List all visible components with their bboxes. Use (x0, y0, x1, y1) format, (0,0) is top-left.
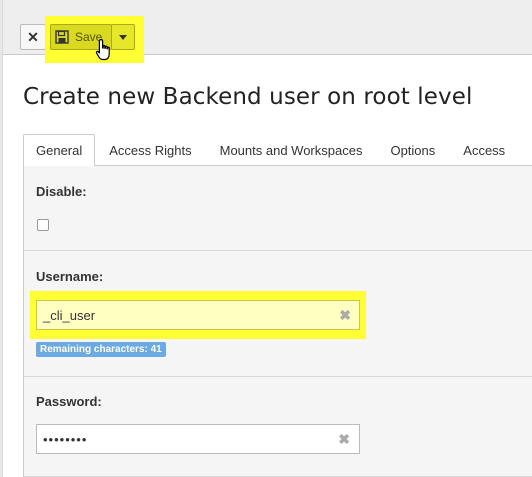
tab-access[interactable]: Access (449, 134, 519, 166)
username-label: Username: (36, 269, 104, 284)
tab-label: General (36, 143, 83, 158)
tab-label: Access Rights (109, 142, 192, 158)
password-label: Password: (36, 394, 102, 409)
tab-panel-general: Disable: Username: _cli_user ✖ Remaining… (23, 166, 532, 477)
hand-pointer-cursor-icon (95, 38, 110, 61)
tab-bar: General Access Rights Mounts and Workspa… (23, 134, 532, 167)
disable-checkbox[interactable] (37, 219, 49, 231)
password-field-section: Password: •••••••• ✖ (24, 377, 532, 477)
caret-down-icon (119, 34, 127, 40)
tab-label: Mounts and Workspaces (219, 142, 363, 158)
tab-label: Access (463, 142, 506, 158)
password-input[interactable]: •••••••• ✖ (36, 424, 360, 454)
page-edge (0, 0, 3, 477)
tab-general[interactable]: General (23, 134, 96, 167)
remaining-characters-badge: Remaining characters: 41 (36, 342, 166, 357)
tab-options[interactable]: Options (376, 134, 449, 166)
disable-field-section: Disable: (24, 166, 532, 251)
close-icon: ✕ (27, 28, 39, 45)
disable-label: Disable: (36, 184, 87, 199)
username-clear-icon[interactable]: ✖ (339, 307, 351, 324)
tab-label: Options (390, 142, 436, 158)
floppy-disk-icon (55, 30, 69, 44)
save-dropdown-button[interactable] (111, 24, 135, 50)
page-title: Create new Backend user on root level (23, 84, 473, 110)
close-button[interactable]: ✕ (20, 24, 46, 50)
password-clear-icon[interactable]: ✖ (338, 431, 351, 448)
username-input[interactable]: _cli_user ✖ (36, 300, 360, 330)
username-value: _cli_user (43, 307, 96, 323)
password-value: •••••••• (43, 431, 88, 447)
username-field-section: Username: _cli_user ✖ Remaining characte… (24, 251, 532, 377)
tab-mounts-and-workspaces[interactable]: Mounts and Workspaces (206, 134, 377, 166)
tab-access-rights[interactable]: Access Rights (95, 134, 205, 166)
